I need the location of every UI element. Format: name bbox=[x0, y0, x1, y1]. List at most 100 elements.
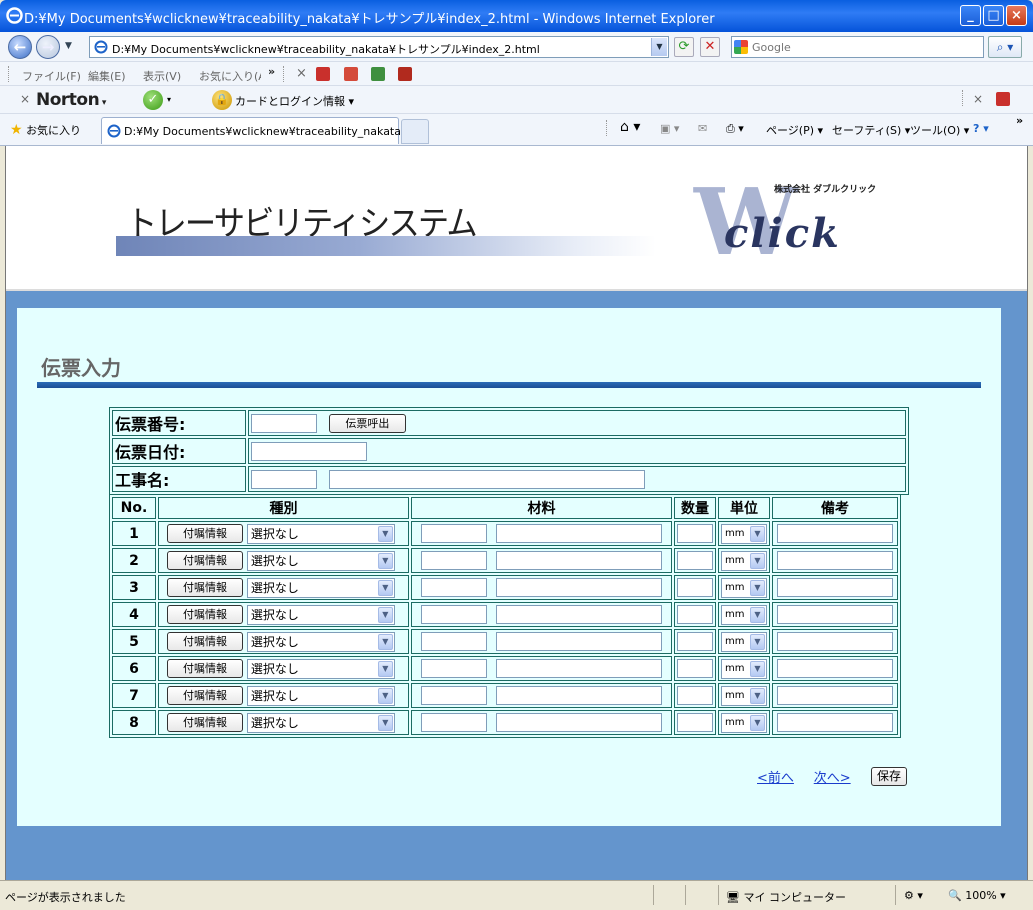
kind-select[interactable]: 選択なし ▼ bbox=[246, 631, 395, 652]
material-name-input[interactable] bbox=[496, 551, 663, 570]
favorites-button[interactable]: ★ お気に入り bbox=[10, 122, 81, 138]
attach-info-button[interactable]: 付嘱情報 bbox=[167, 524, 243, 543]
material-code-input[interactable] bbox=[420, 659, 487, 678]
kind-select[interactable]: 選択なし ▼ bbox=[246, 523, 395, 544]
material-name-input[interactable] bbox=[496, 605, 663, 624]
qty-input[interactable] bbox=[677, 578, 713, 597]
material-code-input[interactable] bbox=[420, 632, 487, 651]
material-name-input[interactable] bbox=[496, 686, 663, 705]
remarks-input[interactable] bbox=[777, 659, 893, 678]
minimize-button[interactable]: _ bbox=[960, 5, 981, 26]
material-code-input[interactable] bbox=[420, 713, 487, 732]
remarks-input[interactable] bbox=[777, 686, 893, 705]
history-dropdown-icon[interactable]: ▼ bbox=[65, 41, 72, 51]
unit-select[interactable]: mm ▼ bbox=[721, 712, 767, 733]
next-link[interactable]: 次へ> bbox=[814, 771, 851, 786]
protected-mode-icon[interactable]: ⚙ ▾ bbox=[904, 889, 923, 902]
pdf-convert-icon[interactable] bbox=[316, 67, 330, 81]
kind-select[interactable]: 選択なし ▼ bbox=[246, 550, 395, 571]
qty-input[interactable] bbox=[677, 713, 713, 732]
help-icon[interactable]: ? ▾ bbox=[973, 122, 989, 135]
remarks-input[interactable] bbox=[777, 713, 893, 732]
home-icon[interactable]: ⌂ ▾ bbox=[620, 119, 640, 135]
unit-select[interactable]: mm ▼ bbox=[721, 685, 767, 706]
slip-no-input[interactable] bbox=[251, 413, 317, 433]
check-dropdown-icon[interactable]: ▾ bbox=[167, 95, 171, 104]
attach-info-button[interactable]: 付嘱情報 bbox=[167, 686, 243, 705]
refresh-icon[interactable]: ⟳ bbox=[674, 37, 694, 57]
material-name-input[interactable] bbox=[496, 659, 663, 678]
attach-info-button[interactable]: 付嘱情報 bbox=[167, 659, 243, 678]
menu-favorites[interactable]: お気に入り(A bbox=[199, 68, 261, 84]
attach-info-button[interactable]: 付嘱情報 bbox=[167, 605, 243, 624]
kind-select[interactable]: 選択なし ▼ bbox=[246, 685, 395, 706]
remarks-input[interactable] bbox=[777, 632, 893, 651]
safety-menu[interactable]: セーフティ(S) ▾ bbox=[832, 122, 910, 138]
identity-safe-icon[interactable]: 🔒 bbox=[212, 90, 232, 110]
card-login-menu[interactable]: カードとログイン情報 ▾ bbox=[235, 93, 354, 109]
qty-input[interactable] bbox=[677, 551, 713, 570]
pdf-export-icon[interactable] bbox=[371, 67, 385, 81]
address-bar[interactable]: D:¥My Documents¥wclicknew¥traceability_n… bbox=[89, 36, 669, 58]
material-name-input[interactable] bbox=[496, 713, 663, 732]
attach-info-button[interactable]: 付嘱情報 bbox=[167, 713, 243, 732]
pdf-menu-icon[interactable] bbox=[996, 92, 1010, 106]
new-tab-button[interactable] bbox=[401, 119, 429, 144]
menu-more-chevron[interactable]: » bbox=[268, 65, 275, 78]
norton-check-icon[interactable]: ✓ bbox=[143, 90, 163, 110]
unit-select[interactable]: mm ▼ bbox=[721, 523, 767, 544]
security-zone[interactable]: 🖥 マイ コンピューター bbox=[726, 889, 846, 905]
project-code-input[interactable] bbox=[251, 469, 317, 489]
close-toolbar-icon[interactable]: × bbox=[973, 92, 983, 106]
pdf-print-icon[interactable] bbox=[398, 67, 412, 81]
qty-input[interactable] bbox=[677, 659, 713, 678]
slip-date-input[interactable] bbox=[251, 441, 367, 461]
material-code-input[interactable] bbox=[420, 524, 487, 543]
material-code-input[interactable] bbox=[420, 686, 487, 705]
material-code-input[interactable] bbox=[420, 578, 487, 597]
stop-icon[interactable]: ✕ bbox=[700, 37, 720, 57]
search-input[interactable] bbox=[752, 39, 980, 55]
unit-select[interactable]: mm ▼ bbox=[721, 631, 767, 652]
save-button[interactable]: 保存 bbox=[871, 767, 907, 786]
kind-select[interactable]: 選択なし ▼ bbox=[246, 712, 395, 733]
search-box[interactable] bbox=[731, 36, 984, 58]
material-name-input[interactable] bbox=[496, 632, 663, 651]
unit-select[interactable]: mm ▼ bbox=[721, 658, 767, 679]
qty-input[interactable] bbox=[677, 632, 713, 651]
close-norton-icon[interactable]: × bbox=[20, 92, 30, 106]
attach-info-button[interactable]: 付嘱情報 bbox=[167, 578, 243, 597]
prev-link[interactable]: <前へ bbox=[757, 771, 794, 786]
attach-info-button[interactable]: 付嘱情報 bbox=[167, 551, 243, 570]
page-menu[interactable]: ページ(P) ▾ bbox=[766, 122, 823, 138]
maximize-button[interactable]: □ bbox=[983, 5, 1004, 26]
zoom-control[interactable]: 🔍 100% ▾ bbox=[948, 889, 1006, 902]
pdf-append-icon[interactable] bbox=[344, 67, 358, 81]
address-dropdown-icon[interactable]: ▼ bbox=[651, 38, 667, 56]
remarks-input[interactable] bbox=[777, 605, 893, 624]
material-code-input[interactable] bbox=[420, 605, 487, 624]
forward-button[interactable]: → bbox=[36, 35, 60, 59]
material-code-input[interactable] bbox=[420, 551, 487, 570]
project-name-input[interactable] bbox=[328, 469, 645, 489]
norton-brand[interactable]: Norton ▾ bbox=[36, 90, 106, 110]
search-button[interactable]: ⌕ ▾ bbox=[988, 36, 1022, 58]
remarks-input[interactable] bbox=[777, 524, 893, 543]
unit-select[interactable]: mm ▼ bbox=[721, 550, 767, 571]
slip-call-button[interactable]: 伝票呼出 bbox=[328, 413, 406, 433]
unit-select[interactable]: mm ▼ bbox=[721, 577, 767, 598]
remarks-input[interactable] bbox=[777, 551, 893, 570]
kind-select[interactable]: 選択なし ▼ bbox=[246, 577, 395, 598]
more-commands-chevron[interactable]: » bbox=[1016, 114, 1023, 127]
remarks-input[interactable] bbox=[777, 578, 893, 597]
kind-select[interactable]: 選択なし ▼ bbox=[246, 658, 395, 679]
qty-input[interactable] bbox=[677, 686, 713, 705]
qty-input[interactable] bbox=[677, 605, 713, 624]
print-icon[interactable]: ⎙ ▾ bbox=[726, 122, 744, 136]
kind-select[interactable]: 選択なし ▼ bbox=[246, 604, 395, 625]
unit-select[interactable]: mm ▼ bbox=[721, 604, 767, 625]
tab-active[interactable]: D:¥My Documents¥wclicknew¥traceability_n… bbox=[101, 117, 418, 144]
mail-icon[interactable]: ✉ bbox=[698, 122, 707, 135]
attach-info-button[interactable]: 付嘱情報 bbox=[167, 632, 243, 651]
material-name-input[interactable] bbox=[496, 524, 663, 543]
